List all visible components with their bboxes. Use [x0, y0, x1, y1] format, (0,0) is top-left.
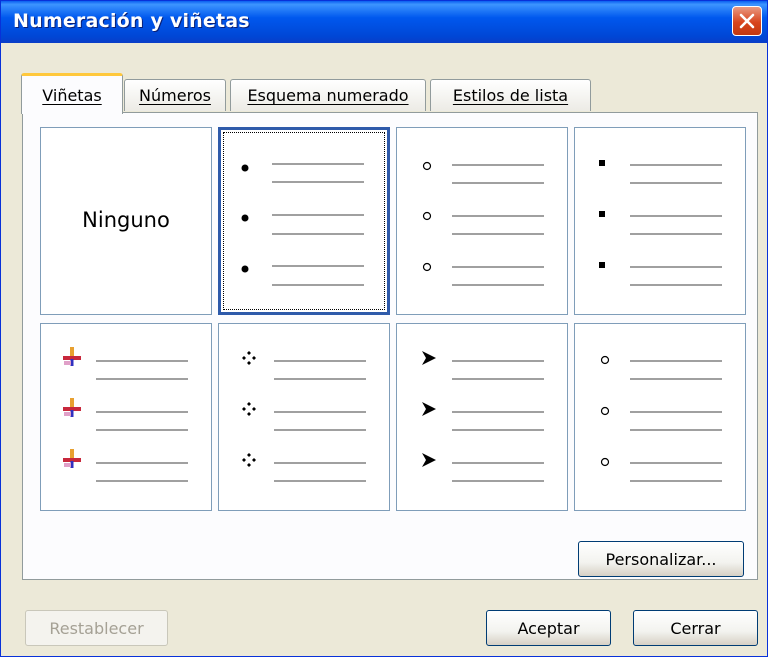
hollow-circle-bullet-icon — [422, 262, 432, 272]
bullet-style-square[interactable] — [574, 127, 746, 315]
bullet-style-arrowhead[interactable] — [396, 323, 568, 511]
arrowhead-bullet-icon — [422, 453, 436, 467]
hollow-circle-bullet-icon — [600, 457, 610, 467]
close-icon — [739, 13, 755, 29]
square-bullet-icon — [599, 262, 605, 268]
bullet-style-filled-circle[interactable] — [218, 127, 390, 315]
picture-bullet-icon — [63, 398, 81, 417]
ok-button[interactable]: Aceptar — [486, 610, 611, 646]
hollow-circle-bullet-icon — [422, 161, 432, 171]
dialog-window: Numeración y viñetas Viñetas Números Esq… — [0, 0, 768, 657]
filled-circle-bullet-icon — [241, 265, 249, 273]
bullet-style-picture[interactable] — [40, 323, 212, 511]
square-bullet-icon — [599, 211, 605, 217]
four-diamond-bullet-icon — [242, 402, 256, 416]
none-label: Ninguno — [82, 208, 170, 232]
hollow-circle-bullet-icon — [600, 355, 610, 365]
picture-bullet-icon — [63, 449, 81, 468]
cancel-button[interactable]: Cerrar — [633, 610, 758, 646]
arrowhead-bullet-icon — [422, 351, 436, 365]
title-bar[interactable]: Numeración y viñetas — [1, 1, 767, 43]
bullet-style-hollow-circle-2[interactable] — [574, 323, 746, 511]
tab-esquema-numerado[interactable]: Esquema numerado — [230, 79, 426, 111]
reset-button[interactable]: Restablecer — [25, 610, 168, 646]
tab-vinetas[interactable]: Viñetas — [21, 73, 123, 114]
hollow-circle-bullet-icon — [422, 211, 432, 221]
four-diamond-bullet-icon — [242, 453, 256, 467]
bullet-style-hollow-circle[interactable] — [396, 127, 568, 315]
bullet-style-none[interactable]: Ninguno — [40, 127, 212, 315]
four-diamond-bullet-icon — [242, 351, 256, 365]
close-window-button[interactable] — [732, 6, 762, 36]
picture-bullet-icon — [63, 347, 81, 366]
window-title: Numeración y viñetas — [13, 10, 250, 32]
customize-button[interactable]: Personalizar... — [578, 541, 744, 577]
bullets-panel: Ninguno Personalizar... — [22, 112, 758, 580]
filled-circle-bullet-icon — [241, 214, 249, 222]
tab-estilos-de-lista[interactable]: Estilos de lista — [430, 79, 591, 111]
square-bullet-icon — [599, 160, 605, 166]
tab-numeros[interactable]: Números — [124, 79, 226, 111]
hollow-circle-bullet-icon — [600, 406, 610, 416]
arrowhead-bullet-icon — [422, 402, 436, 416]
bullet-style-four-diamond[interactable] — [218, 323, 390, 511]
filled-circle-bullet-icon — [241, 164, 249, 172]
